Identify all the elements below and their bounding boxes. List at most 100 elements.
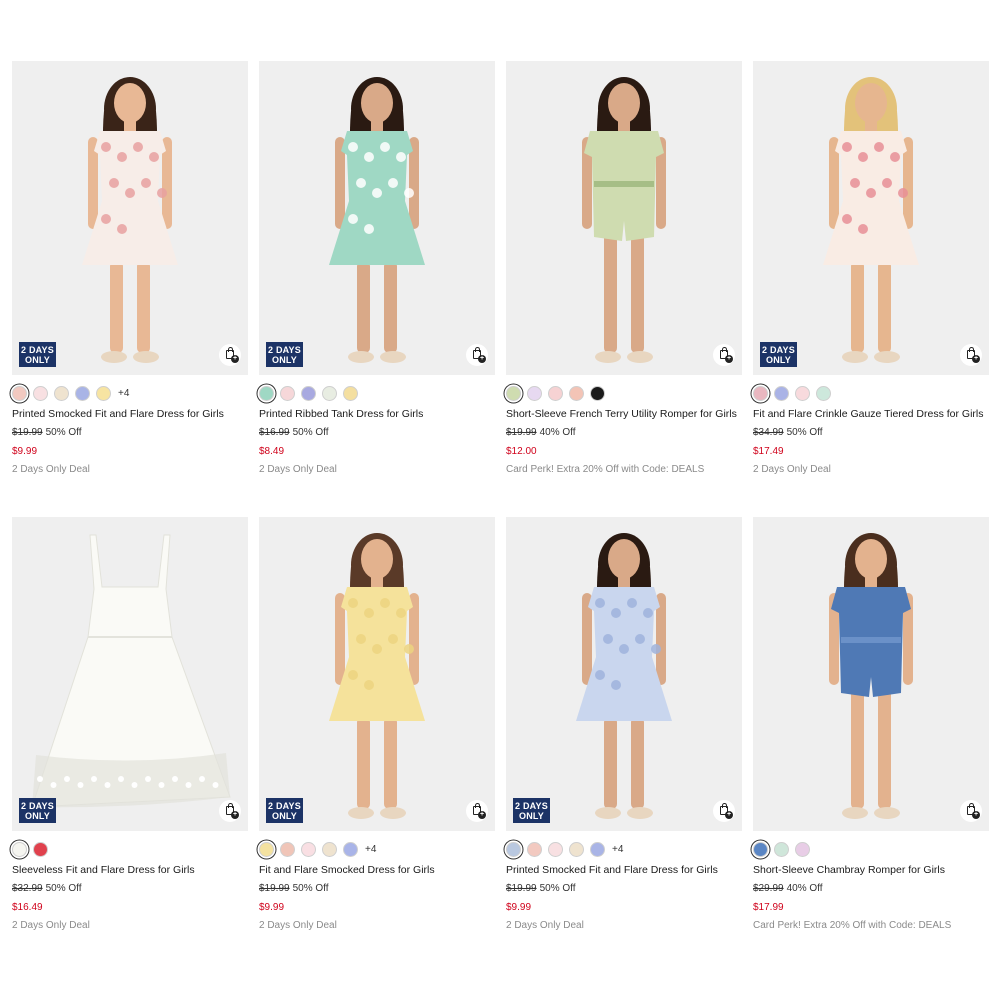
deal-badge: 2 DAYS ONLY (513, 798, 550, 823)
product-photo (582, 77, 666, 363)
color-swatch[interactable] (33, 385, 48, 401)
product-name[interactable]: Short-Sleeve Chambray Romper for Girls (753, 864, 989, 878)
product-name[interactable]: Fit and Flare Crinkle Gauze Tiered Dress… (753, 408, 989, 422)
color-swatch[interactable] (569, 385, 584, 401)
product-name[interactable]: Sleeveless Fit and Flare Dress for Girls (12, 864, 248, 878)
color-swatch[interactable] (96, 385, 111, 401)
color-swatch[interactable] (259, 385, 274, 401)
deal-badge: 2 DAYS ONLY (760, 342, 797, 367)
discount-percent: 50% Off (292, 427, 329, 438)
color-swatch[interactable] (774, 385, 789, 401)
deal-badge: 2 DAYS ONLY (19, 798, 56, 823)
color-swatch[interactable] (322, 841, 337, 857)
add-to-bag-button[interactable]: + (960, 800, 982, 822)
product-card[interactable]: 2 DAYS ONLY + +4 Fit and Flare Smocked Dress… (259, 517, 495, 933)
sale-price: $8.49 (259, 446, 285, 457)
color-swatch[interactable] (548, 841, 563, 857)
color-swatch[interactable] (259, 841, 274, 857)
color-swatch[interactable] (590, 385, 605, 401)
sale-price: $9.99 (506, 902, 532, 913)
price-row: $19.99 40% Off (506, 427, 742, 440)
plus-icon: + (231, 355, 239, 363)
color-swatch[interactable] (590, 841, 605, 857)
product-card[interactable]: 2 DAYS ONLY + +4 Printed Smocked Fit and Fla… (12, 61, 248, 477)
original-price: $32.99 (12, 883, 43, 894)
product-card[interactable]: 2 DAYS ONLY + Fit and Flare Crinkle Gauze T… (753, 61, 989, 477)
color-swatch[interactable] (527, 841, 542, 857)
product-image[interactable]: 2 DAYS ONLY + (12, 517, 248, 831)
product-photo (82, 77, 178, 363)
product-image[interactable]: 2 DAYS ONLY + (12, 61, 248, 375)
discount-percent: 50% Off (292, 883, 329, 894)
product-image[interactable]: 2 DAYS ONLY + (753, 61, 989, 375)
product-name[interactable]: Fit and Flare Smocked Dress for Girls (259, 864, 495, 878)
color-swatch[interactable] (795, 841, 810, 857)
product-card[interactable]: 2 DAYS ONLY + +4 Printed Smocked Fit and Fla… (506, 517, 742, 933)
more-colors-count[interactable]: +4 (118, 388, 129, 399)
product-name[interactable]: Printed Smocked Fit and Flare Dress for … (506, 864, 742, 878)
color-swatch[interactable] (795, 385, 810, 401)
color-swatch[interactable] (280, 841, 295, 857)
color-swatch[interactable] (54, 385, 69, 401)
color-swatch[interactable] (343, 841, 358, 857)
color-swatch[interactable] (75, 385, 90, 401)
color-swatches (506, 383, 742, 403)
color-swatch[interactable] (12, 385, 27, 401)
color-swatch[interactable] (753, 841, 768, 857)
sale-price: $9.99 (259, 902, 285, 913)
product-card[interactable]: + Short-Sleeve Chambray Romper for Girls $… (753, 517, 989, 933)
plus-icon: + (972, 811, 980, 819)
plus-icon: + (231, 811, 239, 819)
product-card[interactable]: 2 DAYS ONLY + Sleeveless Fit and Flare Dres… (12, 517, 248, 933)
product-name[interactable]: Printed Ribbed Tank Dress for Girls (259, 408, 495, 422)
original-price: $34.99 (753, 427, 784, 438)
color-swatch[interactable] (12, 841, 27, 857)
add-to-bag-button[interactable]: + (713, 800, 735, 822)
add-to-bag-button[interactable]: + (466, 800, 488, 822)
product-image[interactable]: + (506, 61, 742, 375)
discount-percent: 40% Off (786, 883, 823, 894)
color-swatch[interactable] (527, 385, 542, 401)
color-swatch[interactable] (569, 841, 584, 857)
more-colors-count[interactable]: +4 (612, 844, 623, 855)
original-price: $29.99 (753, 883, 784, 894)
add-to-bag-button[interactable]: + (960, 344, 982, 366)
add-to-bag-button[interactable]: + (713, 344, 735, 366)
add-to-bag-button[interactable]: + (219, 344, 241, 366)
product-image[interactable]: 2 DAYS ONLY + (259, 517, 495, 831)
color-swatch[interactable] (301, 385, 316, 401)
color-swatches: +4 (506, 839, 742, 859)
color-swatch[interactable] (301, 841, 316, 857)
product-card[interactable]: + Short-Sleeve French Terry Utility Rompe… (506, 61, 742, 477)
color-swatch[interactable] (506, 841, 521, 857)
color-swatch[interactable] (343, 385, 358, 401)
product-name[interactable]: Printed Smocked Fit and Flare Dress for … (12, 408, 248, 422)
product-name[interactable]: Short-Sleeve French Terry Utility Romper… (506, 408, 742, 422)
color-swatch[interactable] (548, 385, 563, 401)
color-swatch[interactable] (506, 385, 521, 401)
deal-text: Card Perk! Extra 20% Off with Code: DEAL… (753, 920, 952, 931)
color-swatch[interactable] (322, 385, 337, 401)
color-swatch[interactable] (280, 385, 295, 401)
product-image[interactable]: + (753, 517, 989, 831)
product-photo (576, 533, 672, 819)
original-price: $19.99 (259, 883, 290, 894)
color-swatch[interactable] (753, 385, 768, 401)
product-grid: 2 DAYS ONLY + +4 Printed Smocked Fit and Fla… (12, 61, 989, 941)
add-to-bag-button[interactable]: + (466, 344, 488, 366)
product-card[interactable]: 2 DAYS ONLY + Printed Ribbed Tank Dress for… (259, 61, 495, 477)
add-to-bag-button[interactable]: + (219, 800, 241, 822)
discount-percent: 40% Off (539, 427, 576, 438)
product-image[interactable]: 2 DAYS ONLY + (506, 517, 742, 831)
color-swatch[interactable] (33, 841, 48, 857)
price-row: $29.99 40% Off (753, 883, 989, 896)
color-swatch[interactable] (816, 385, 831, 401)
color-swatch[interactable] (774, 841, 789, 857)
discount-percent: 50% Off (45, 883, 82, 894)
more-colors-count[interactable]: +4 (365, 844, 376, 855)
product-image[interactable]: 2 DAYS ONLY + (259, 61, 495, 375)
deal-badge: 2 DAYS ONLY (266, 798, 303, 823)
deal-text: 2 Days Only Deal (12, 920, 90, 931)
color-swatches (259, 383, 495, 403)
original-price: $19.99 (506, 883, 537, 894)
